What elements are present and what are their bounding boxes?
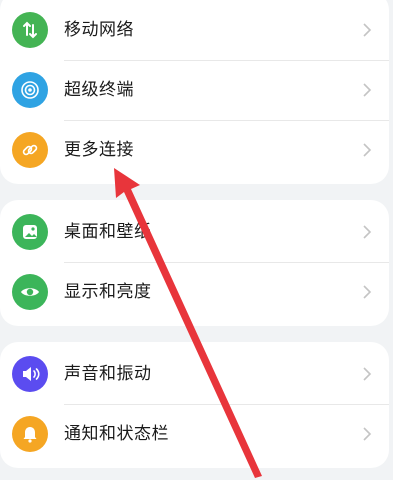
speaker-icon (12, 356, 48, 392)
settings-item-label: 更多连接 (64, 140, 134, 160)
settings-item-notifications[interactable]: 通知和状态栏 (0, 404, 389, 464)
settings-item-label: 桌面和壁纸 (64, 222, 152, 242)
super-device-icon (12, 72, 48, 108)
settings-item-label: 声音和振动 (64, 364, 152, 384)
settings-item-label: 移动网络 (64, 20, 134, 40)
settings-item-label: 通知和状态栏 (64, 424, 169, 444)
display-card: 桌面和壁纸 显示和亮度 (0, 200, 389, 326)
settings-item-mobile-network[interactable]: 移动网络 (0, 0, 389, 60)
link-icon (12, 132, 48, 168)
chevron-right-icon (363, 427, 372, 441)
chevron-right-icon (363, 143, 372, 157)
chevron-right-icon (363, 285, 372, 299)
mobile-network-icon (12, 12, 48, 48)
eye-icon (12, 274, 48, 310)
chevron-right-icon (363, 23, 372, 37)
settings-item-label: 超级终端 (64, 80, 134, 100)
settings-item-more-connections[interactable]: 更多连接 (0, 120, 389, 180)
sound-card: 声音和振动 通知和状态栏 (0, 342, 389, 468)
settings-item-label: 显示和亮度 (64, 282, 152, 302)
wallpaper-icon (12, 214, 48, 250)
chevron-right-icon (363, 367, 372, 381)
settings-item-display-brightness[interactable]: 显示和亮度 (0, 262, 389, 322)
settings-item-super-device[interactable]: 超级终端 (0, 60, 389, 120)
bell-icon (12, 416, 48, 452)
connectivity-card: 移动网络 超级终端 更多连接 (0, 0, 389, 184)
settings-item-wallpaper[interactable]: 桌面和壁纸 (0, 202, 389, 262)
chevron-right-icon (363, 83, 372, 97)
settings-item-sound-vibration[interactable]: 声音和振动 (0, 344, 389, 404)
chevron-right-icon (363, 225, 372, 239)
